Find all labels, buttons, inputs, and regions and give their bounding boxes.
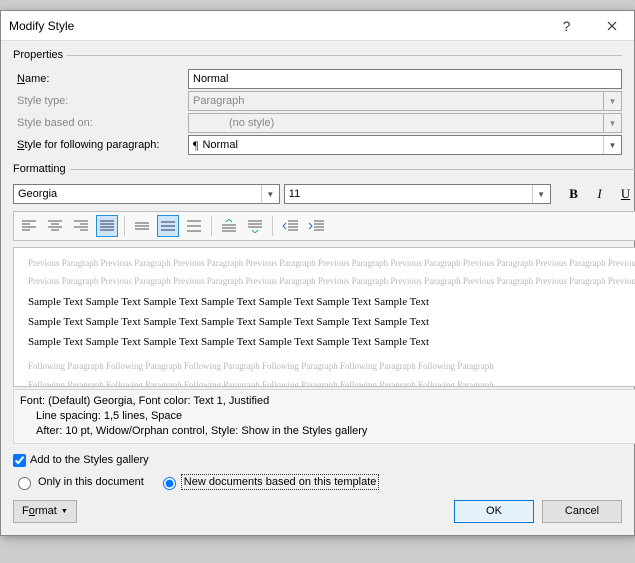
paragraph-toolbar <box>13 211 635 241</box>
based-on-select: (no style) ▼ <box>188 113 622 133</box>
formatting-group: Formatting Georgia ▼ 11 ▼ B I U ▼ <box>13 163 635 444</box>
style-description: Font: (Default) Georgia, Font color: Tex… <box>13 389 635 444</box>
align-left-button[interactable] <box>18 215 40 237</box>
caret-down-icon: ▼ <box>61 508 68 515</box>
preview-following-paragraph: Following Paragraph Following Paragraph … <box>28 361 635 373</box>
following-label: Style for following paragraph: <box>13 139 188 151</box>
align-center-button[interactable] <box>44 215 66 237</box>
ok-button[interactable]: OK <box>454 500 534 523</box>
align-right-button[interactable] <box>70 215 92 237</box>
spacing-1-button[interactable] <box>131 215 153 237</box>
space-before-dec-button[interactable] <box>244 215 266 237</box>
based-on-label: Style based on: <box>13 117 188 129</box>
properties-group: Properties Name: Style type: Paragraph ▼… <box>13 49 622 157</box>
italic-button[interactable]: I <box>589 183 611 205</box>
preview-pane: Previous Paragraph Previous Paragraph Pr… <box>13 247 635 387</box>
only-this-document-radio[interactable]: Only in this document <box>13 474 144 490</box>
chevron-down-icon: ▼ <box>603 92 621 110</box>
spacing-2-button[interactable] <box>183 215 205 237</box>
pilcrow-icon: ¶ <box>193 138 198 153</box>
formatting-legend: Formatting <box>13 163 70 175</box>
chevron-down-icon: ▼ <box>532 185 550 203</box>
separator <box>124 216 125 236</box>
preview-following-paragraph-2: Following Paragraph Following Paragraph … <box>28 380 635 387</box>
following-select[interactable]: ¶Normal ▼ <box>188 135 622 155</box>
preview-prev-paragraph: Previous Paragraph Previous Paragraph Pr… <box>28 258 635 270</box>
name-input[interactable] <box>188 69 622 89</box>
underline-button[interactable]: U <box>615 183 635 205</box>
font-name-combo[interactable]: Georgia ▼ <box>13 184 280 204</box>
style-type-label: Style type: <box>13 95 188 107</box>
preview-sample-line: Sample Text Sample Text Sample Text Samp… <box>28 293 635 313</box>
separator <box>211 216 212 236</box>
indent-increase-button[interactable] <box>305 215 327 237</box>
bold-button[interactable]: B <box>563 183 585 205</box>
chevron-down-icon: ▼ <box>261 185 279 203</box>
indent-decrease-button[interactable] <box>279 215 301 237</box>
cancel-button[interactable]: Cancel <box>542 500 622 523</box>
spacing-15-button[interactable] <box>157 215 179 237</box>
properties-legend: Properties <box>13 49 67 61</box>
style-type-select: Paragraph ▼ <box>188 91 622 111</box>
dialog-title: Modify Style <box>9 19 544 33</box>
close-button[interactable] <box>589 11 634 41</box>
new-documents-template-radio[interactable]: New documents based on this template <box>158 474 378 490</box>
chevron-down-icon: ▼ <box>603 136 621 154</box>
chevron-down-icon: ▼ <box>603 114 621 132</box>
font-size-combo[interactable]: 11 ▼ <box>284 184 551 204</box>
help-button[interactable]: ? <box>544 11 589 41</box>
preview-sample-line: Sample Text Sample Text Sample Text Samp… <box>28 333 635 353</box>
align-justify-button[interactable] <box>96 215 118 237</box>
space-before-inc-button[interactable] <box>218 215 240 237</box>
modify-style-dialog: Modify Style ? Properties Name: Style ty… <box>0 10 635 536</box>
separator <box>272 216 273 236</box>
titlebar: Modify Style ? <box>1 11 634 41</box>
add-to-gallery-checkbox[interactable]: Add to the Styles gallery <box>13 454 149 467</box>
name-label: Name: <box>13 73 188 85</box>
preview-sample-line: Sample Text Sample Text Sample Text Samp… <box>28 313 635 333</box>
format-menu-button[interactable]: Format▼ <box>13 500 77 523</box>
preview-prev-paragraph-2: Previous Paragraph Previous Paragraph Pr… <box>28 276 635 288</box>
